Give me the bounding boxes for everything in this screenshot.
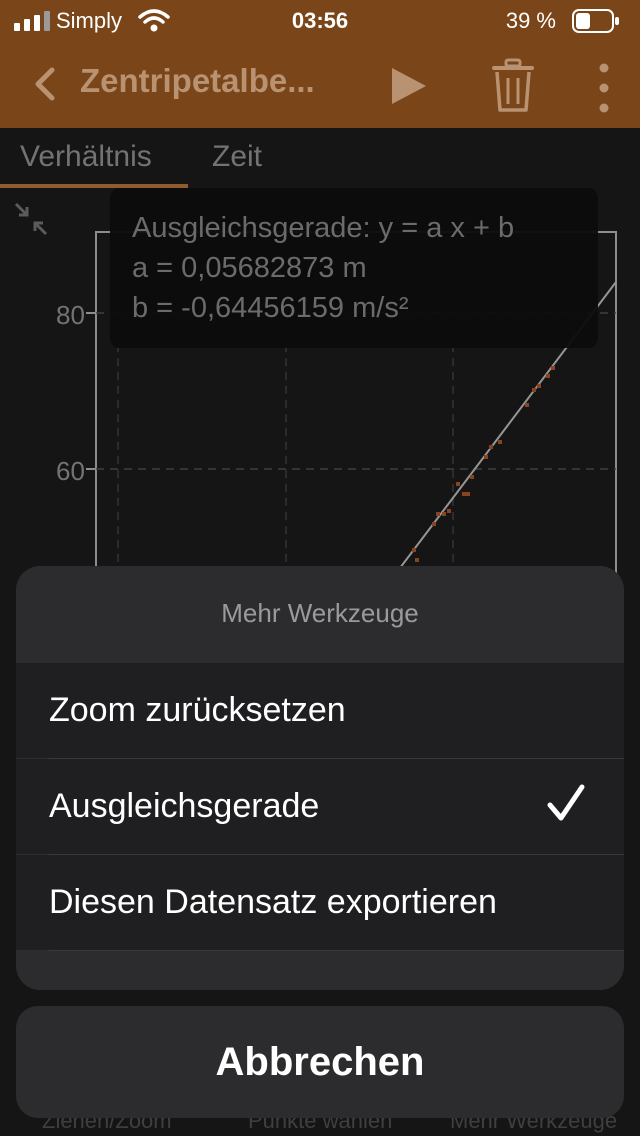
battery-icon (572, 9, 619, 33)
experiment-title: Zentripetalbe... (80, 62, 315, 99)
option-label: Zoom zurücksetzen (49, 691, 346, 729)
option-reset-zoom[interactable]: Zoom zurücksetzen (16, 663, 624, 758)
cancel-label: Abbrechen (215, 1040, 425, 1084)
option-label: Diesen Datensatz exportieren (49, 883, 497, 921)
status-bar: Simply 03:56 39 % (0, 0, 640, 44)
nav-bar: Zentripetalbe... (0, 44, 640, 128)
checkmark-icon (547, 784, 585, 821)
option-label: Ausgleichsgerade (49, 787, 320, 825)
cancel-button[interactable]: Abbrechen (16, 1006, 624, 1118)
more-vertical-icon[interactable] (592, 62, 616, 114)
play-icon[interactable] (386, 64, 430, 108)
battery-percentage: 39 % (505, 8, 556, 33)
trash-icon[interactable] (488, 58, 538, 114)
sheet-title: Mehr Werkzeuge (221, 598, 419, 628)
option-export-dataset[interactable]: Diesen Datensatz exportieren (16, 855, 624, 950)
option-fit-line[interactable]: Ausgleichsgerade (16, 759, 624, 854)
back-chevron-icon[interactable] (30, 62, 60, 106)
separator (49, 950, 624, 951)
action-sheet: Mehr Werkzeuge Zoom zurücksetzen Ausglei… (16, 566, 624, 990)
